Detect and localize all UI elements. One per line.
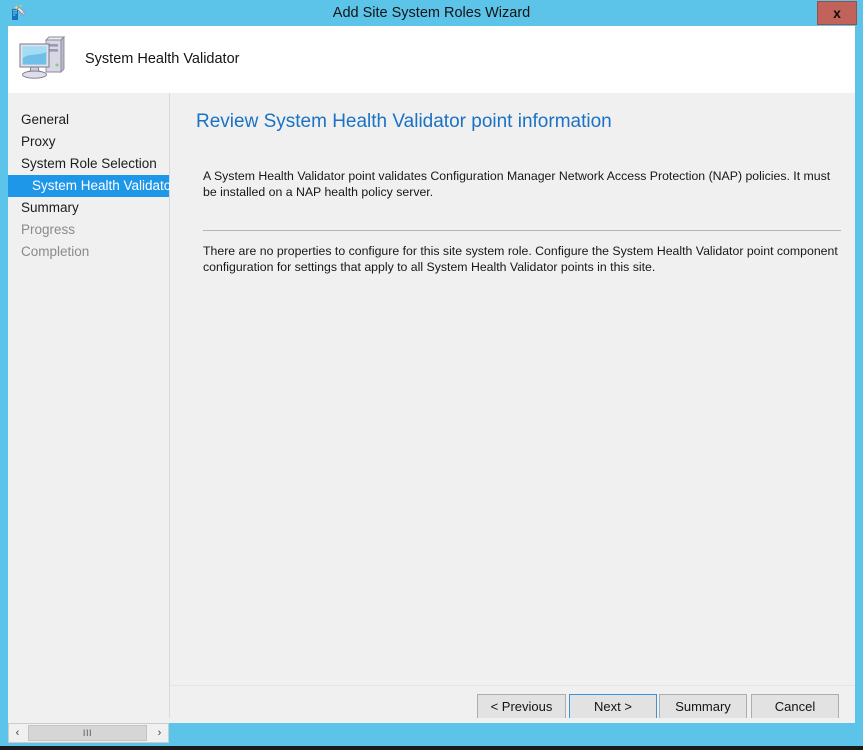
computer-monitor-icon [16, 34, 68, 84]
sidebar-item-completion: Completion [21, 244, 90, 259]
scrollbar-thumb[interactable]: III [28, 725, 147, 741]
description-paragraph-one: A System Health Validator point validate… [203, 169, 831, 199]
content-divider [203, 230, 841, 231]
scroll-right-arrow-icon[interactable]: › [151, 724, 168, 742]
cancel-button[interactable]: Cancel [751, 694, 839, 719]
sidebar-item-system-role-selection[interactable]: System Role Selection [8, 153, 169, 175]
page-title: Review System Health Validator point inf… [196, 111, 612, 132]
window-title: Add Site System Roles Wizard [332, 5, 531, 21]
wizard-header: System Health Validator [8, 26, 855, 93]
wizard-window: Add Site System Roles Wizard x System He… [0, 0, 863, 750]
wizard-body: General Proxy System Role Selection Syst… [8, 93, 855, 719]
horizontal-scrollbar[interactable]: ‹ III › [8, 723, 169, 743]
wizard-step-list: General Proxy System Role Selection Syst… [8, 93, 176, 718]
description-paragraph-two: There are no properties to configure for… [203, 244, 838, 274]
title-bar: Add Site System Roles Wizard x [0, 0, 863, 26]
sidebar-item-progress: Progress [21, 222, 76, 237]
sidebar-item-general[interactable]: General [8, 109, 169, 131]
sidebar-item-system-health-validator[interactable]: System Health Validator [8, 175, 176, 197]
previous-button[interactable]: < Previous [477, 694, 566, 719]
sidebar-item-summary[interactable]: Summary [8, 197, 169, 219]
summary-button[interactable]: Summary [659, 694, 747, 719]
wizard-button-bar: < Previous Next > Summary Cancel [170, 687, 855, 719]
close-button[interactable]: x [817, 1, 857, 25]
sidebar-item-proxy[interactable]: Proxy [8, 131, 169, 153]
next-button[interactable]: Next > [569, 694, 657, 719]
header-title: System Health Validator [85, 51, 240, 67]
content-pane: Review System Health Validator point inf… [170, 93, 855, 686]
scroll-left-arrow-icon[interactable]: ‹ [9, 724, 26, 742]
